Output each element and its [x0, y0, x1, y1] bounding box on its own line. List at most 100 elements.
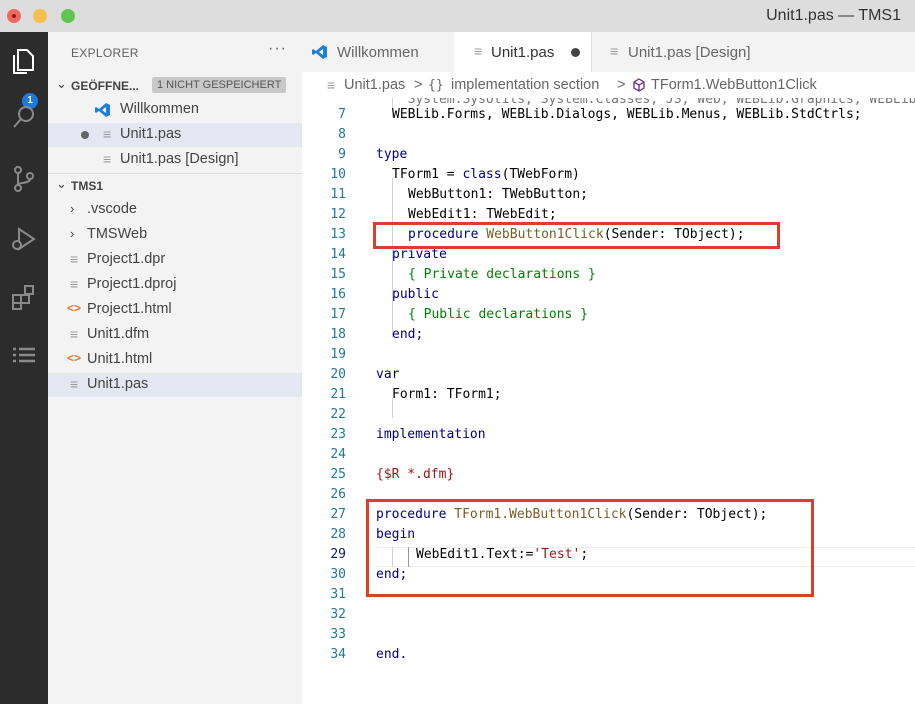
- open-editor-item-willkommen[interactable]: Willkommen: [48, 98, 302, 122]
- code-text: WebButton1: TWebButton;: [408, 187, 589, 202]
- tab-willkommen[interactable]: Willkommen: [302, 32, 454, 72]
- code-editor[interactable]: System.SysUtils, System.Classes, JS, Web…: [302, 98, 915, 704]
- maximize-window-button[interactable]: [61, 9, 75, 23]
- tree-item-project1-dpr[interactable]: ≡ Project1.dpr: [48, 248, 302, 272]
- line-number: 22: [330, 407, 346, 422]
- code-line: 20 var: [302, 364, 915, 384]
- text-file-icon: ≡: [70, 251, 79, 267]
- code-directive: {$R *.dfm}: [376, 467, 455, 482]
- line-number: 9: [338, 147, 346, 162]
- tree-item-unit1-html[interactable]: <> Unit1.html: [48, 348, 302, 372]
- activity-bar: 1: [0, 32, 48, 704]
- editor-tab-bar: Willkommen ≡ Unit1.pas ≡ Unit1.pas [Desi…: [302, 32, 915, 72]
- code-line: 24: [302, 444, 915, 464]
- line-number: 7: [338, 107, 346, 122]
- tree-item-label: Project1.dpr: [87, 251, 166, 267]
- tree-item-label: Project1.dproj: [87, 276, 177, 292]
- code-keyword: var: [376, 367, 400, 382]
- open-editor-label: Unit1.pas [Design]: [120, 151, 239, 167]
- text-file-icon: ≡: [70, 376, 79, 392]
- html-file-icon: <>: [67, 301, 82, 315]
- tree-item-unit1-pas[interactable]: ≡ Unit1.pas: [48, 373, 302, 397]
- list-icon[interactable]: [9, 340, 39, 370]
- tree-item-label: TMSWeb: [87, 226, 148, 242]
- minimize-window-button[interactable]: [33, 9, 47, 23]
- sidebar-title: EXPLORER: [71, 46, 139, 60]
- text-file-icon: ≡: [103, 151, 112, 167]
- text-file-icon: ≡: [327, 77, 336, 93]
- code-line: 18 end;: [302, 324, 915, 344]
- more-actions-icon[interactable]: ···: [268, 40, 287, 58]
- breadcrumb: ≡ Unit1.pas > {} implementation section …: [302, 72, 915, 98]
- breadcrumb-separator: >: [617, 77, 626, 93]
- code-line: 17 { Public declarations }: [302, 304, 915, 324]
- code-line: 10 TForm1 = class(TWebForm): [302, 164, 915, 184]
- line-number: 11: [330, 187, 346, 202]
- text-file-icon: ≡: [103, 126, 112, 142]
- code-keyword: private: [392, 247, 447, 262]
- tree-item-vscode-folder[interactable]: › .vscode: [48, 198, 302, 222]
- line-number: 30: [330, 567, 346, 582]
- tree-item-tmsweb-folder[interactable]: › TMSWeb: [48, 223, 302, 247]
- breadcrumb-file[interactable]: Unit1.pas: [344, 77, 405, 93]
- open-editor-item-unit1-pas[interactable]: ≡ Unit1.pas: [48, 123, 302, 147]
- chevron-down-icon: ⌄: [56, 76, 67, 91]
- html-file-icon: <>: [67, 351, 82, 365]
- open-editors-section-header[interactable]: ⌄ GEÖFFNE... 1 NICHT GESPEICHERT: [48, 74, 302, 98]
- line-number: 10: [330, 167, 346, 182]
- line-number: 19: [330, 347, 346, 362]
- tree-item-label: Unit1.html: [87, 351, 153, 367]
- line-number: 23: [330, 427, 346, 442]
- code-text: Form1: TForm1;: [392, 387, 502, 402]
- project-section-header[interactable]: ⌄ TMS1: [48, 173, 302, 198]
- line-number: 25: [330, 467, 346, 482]
- line-number: 15: [330, 267, 346, 282]
- tab-label: Willkommen: [337, 44, 419, 61]
- source-control-icon[interactable]: [9, 164, 39, 194]
- project-label: TMS1: [71, 179, 104, 193]
- tab-unit1-pas[interactable]: ≡ Unit1.pas: [454, 32, 591, 72]
- code-line: 32: [302, 604, 915, 624]
- line-number: 8: [338, 127, 346, 142]
- search-icon[interactable]: [9, 102, 39, 132]
- code-text: (TWebForm): [501, 167, 580, 182]
- window-title: Unit1.pas — TMS1: [766, 7, 901, 24]
- line-number: 26: [330, 487, 346, 502]
- highlight-box-declaration: [373, 222, 780, 249]
- line-number: 29: [330, 547, 346, 562]
- line-number: 21: [330, 387, 346, 402]
- breadcrumb-separator: >: [414, 77, 423, 93]
- namespace-braces-icon: {}: [428, 78, 444, 93]
- code-keyword: type: [376, 147, 408, 162]
- code-text: TForm1 =: [392, 167, 463, 182]
- tree-item-project1-dproj[interactable]: ≡ Project1.dproj: [48, 273, 302, 297]
- code-text: WEBLib.Forms, WEBLib.Dialogs, WEBLib.Men…: [392, 107, 862, 122]
- extensions-icon[interactable]: [9, 282, 39, 312]
- title-bar: Unit1.pas — TMS1: [0, 0, 915, 32]
- code-keyword: end.: [376, 647, 408, 662]
- line-number: 31: [330, 587, 346, 602]
- unsaved-badge: 1 NICHT GESPEICHERT: [152, 77, 287, 93]
- code-keyword: implementation: [376, 427, 486, 442]
- explorer-icon[interactable]: [9, 46, 39, 76]
- code-line: 12 WebEdit1: TWebEdit;: [302, 204, 915, 224]
- breadcrumb-section[interactable]: implementation section: [451, 77, 599, 93]
- tab-label: Unit1.pas [Design]: [628, 44, 751, 61]
- run-debug-icon[interactable]: [9, 224, 39, 254]
- close-window-button[interactable]: [7, 9, 21, 23]
- line-number: 12: [330, 207, 346, 222]
- tree-item-unit1-dfm[interactable]: ≡ Unit1.dfm: [48, 323, 302, 347]
- vscode-logo-icon: [312, 45, 327, 59]
- line-number: 34: [330, 647, 346, 662]
- unsaved-dot-icon: [81, 131, 89, 139]
- highlight-box-implementation: [366, 499, 814, 597]
- open-editor-label: Unit1.pas: [120, 126, 182, 142]
- open-editor-item-unit1-design[interactable]: ≡ Unit1.pas [Design]: [48, 148, 302, 172]
- unsaved-dot-icon[interactable]: [571, 48, 580, 57]
- tree-item-project1-html[interactable]: <> Project1.html: [48, 298, 302, 322]
- breadcrumb-symbol[interactable]: TForm1.WebButton1Click: [651, 77, 817, 93]
- tab-unit1-design[interactable]: ≡ Unit1.pas [Design]: [591, 32, 790, 72]
- chevron-down-icon: ⌄: [56, 176, 67, 191]
- tree-item-label: Unit1.pas: [87, 376, 149, 392]
- code-line: 22: [302, 404, 915, 424]
